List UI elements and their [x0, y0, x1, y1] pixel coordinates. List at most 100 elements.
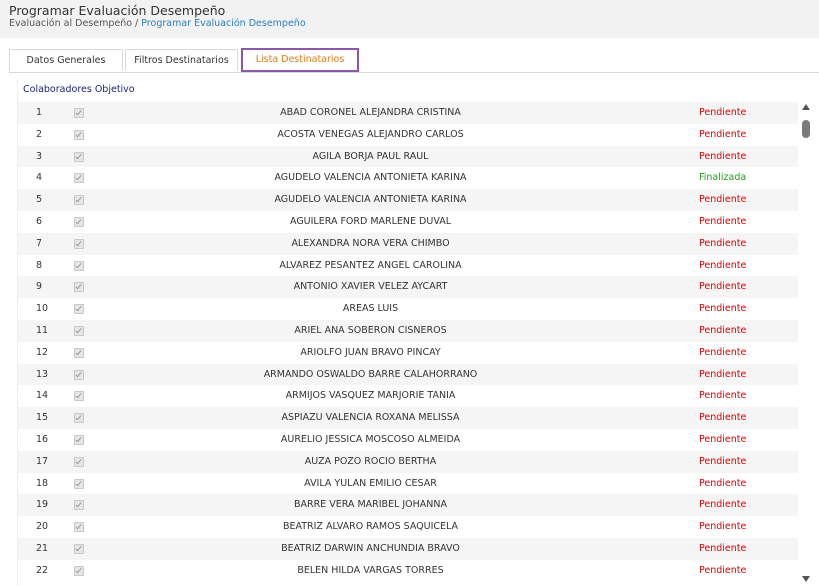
- scroll-up-arrow-icon[interactable]: [802, 104, 810, 110]
- row-checkbox[interactable]: [74, 173, 84, 184]
- row-checkbox[interactable]: [74, 478, 84, 489]
- table-row: 21 BEATRIZ DARWIN ANCHUNDIA BRAVO Pendient…: [18, 537, 798, 560]
- table-row: 18 AVILA YULAN EMILIO CESAR Pendiente: [18, 473, 798, 495]
- table-row: 16 AURELIO JESSICA MOSCOSO ALMEIDA Pendien…: [18, 429, 798, 451]
- row-number: 16: [36, 433, 49, 445]
- row-number: 18: [36, 477, 49, 489]
- employee-name: AVILA YULAN EMILIO CESAR: [304, 477, 437, 489]
- breadcrumb-separator: /: [135, 18, 139, 29]
- table-row: 22 BELEN HILDA VARGAS TORRES Pendiente: [18, 560, 798, 582]
- employee-name: AUZA POZO ROCIO BERTHA: [304, 455, 437, 467]
- status-label: Pendiente: [699, 521, 747, 533]
- row-checkbox[interactable]: [74, 304, 84, 315]
- employee-name: AURELIO JESSICA MOSCOSO ALMEIDA: [280, 433, 461, 445]
- row-checkbox[interactable]: [74, 282, 84, 293]
- row-checkbox[interactable]: [74, 195, 84, 206]
- row-number: 22: [36, 564, 49, 576]
- recipients-list: 1 ABAD CORONEL ALEJANDRA CRISTINA Pendient…: [18, 102, 798, 586]
- section-title: Colaboradores Objetivo: [23, 84, 135, 95]
- table-row: 10 AREAS LUIS Pendiente: [18, 298, 798, 320]
- row-checkbox[interactable]: [74, 347, 84, 358]
- row-checkbox[interactable]: [74, 369, 84, 380]
- row-checkbox[interactable]: [74, 108, 84, 118]
- row-checkbox[interactable]: [74, 260, 84, 271]
- status-label: Pendiente: [699, 107, 747, 118]
- row-number: 15: [36, 412, 49, 424]
- row-number: 5: [36, 194, 43, 206]
- table-row: 12 ARIOLFO JUAN BRAVO PINCAY Pendiente: [18, 342, 798, 364]
- row-checkbox[interactable]: [74, 565, 84, 576]
- table-row: 11 ARIEL ANA SOBERON CISNEROS Pendiente: [18, 319, 798, 342]
- breadcrumb-current-link[interactable]: Programar Evaluación Desempeño: [141, 18, 305, 29]
- status-label: Pendiente: [699, 324, 747, 336]
- status-label: Pendiente: [699, 499, 747, 511]
- employee-name: ARIOLFO JUAN BRAVO PINCAY: [300, 346, 441, 358]
- row-checkbox[interactable]: [74, 413, 84, 424]
- status-label: Pendiente: [699, 390, 747, 402]
- row-checkbox[interactable]: [74, 543, 84, 554]
- row-number: 11: [36, 324, 49, 336]
- employee-name: ARMANDO OSWALDO BARRE CALAHORRANO: [263, 368, 478, 380]
- row-checkbox[interactable]: [74, 500, 84, 511]
- employee-name: BEATRIZ DARWIN ANCHUNDIA BRAVO: [281, 542, 460, 554]
- row-number: 20: [36, 521, 49, 533]
- status-label: Pendiente: [699, 150, 747, 162]
- status-label: Pendiente: [699, 303, 747, 315]
- status-label: Finalizada: [699, 172, 747, 184]
- row-checkbox[interactable]: [74, 522, 84, 533]
- row-number: 6: [36, 215, 43, 227]
- status-label: Pendiente: [699, 412, 747, 424]
- table-row: 5 AGUDELO VALENCIA ANTONIETA KARINA Pendie…: [18, 189, 798, 211]
- employee-name: AGUILERA FORD MARLENE DUVAL: [289, 215, 452, 227]
- status-label: Pendiente: [699, 455, 747, 467]
- row-checkbox[interactable]: [74, 434, 84, 445]
- employee-name: AREAS LUIS: [342, 303, 399, 315]
- row-number: 14: [36, 390, 49, 402]
- employee-name: BARRE VERA MARIBEL JOHANNA: [293, 499, 448, 511]
- status-label: Pendiente: [699, 477, 747, 489]
- employee-name: ALVAREZ PESANTEZ ANGEL CAROLINA: [279, 259, 462, 271]
- tab-lista-destinatarios[interactable]: Lista Destinatarios: [241, 48, 359, 72]
- row-number: 13: [36, 368, 49, 380]
- status-label: Pendiente: [699, 215, 747, 227]
- recipients-panel: Colaboradores Objetivo 1 ABAD CORONEL ALE…: [17, 80, 816, 586]
- row-checkbox[interactable]: [74, 391, 84, 402]
- employee-name: ARIEL ANA SOBERON CISNEROS: [294, 324, 447, 336]
- tab-filtros-destinatarios[interactable]: Filtros Destinatarios: [125, 49, 238, 71]
- row-checkbox[interactable]: [74, 216, 84, 227]
- row-checkbox[interactable]: [74, 151, 84, 162]
- employee-name: ARMIJOS VASQUEZ MARJORIE TANIA: [285, 390, 456, 402]
- table-row: 14 ARMIJOS VASQUEZ MARJORIE TANIA Pendient…: [18, 385, 798, 407]
- row-number: 3: [36, 150, 43, 162]
- tab-datos-generales[interactable]: Datos Generales: [9, 49, 123, 71]
- table-row: 2 ACOSTA VENEGAS ALEJANDRO CARLOS Pendient…: [18, 124, 798, 146]
- employee-name: ABAD CORONEL ALEJANDRA CRISTINA: [280, 107, 461, 118]
- employee-name: AGUDELO VALENCIA ANTONIETA KARINA: [274, 172, 467, 184]
- table-row: 8 ALVAREZ PESANTEZ ANGEL CAROLINA Pendient…: [18, 255, 798, 277]
- row-checkbox[interactable]: [74, 129, 84, 140]
- employee-name: ASPIAZU VALENCIA ROXANA MELISSA: [281, 412, 460, 424]
- row-number: 21: [36, 542, 49, 554]
- status-label: Pendiente: [699, 368, 747, 380]
- list-scrollbar[interactable]: [800, 104, 812, 582]
- row-checkbox[interactable]: [74, 456, 84, 467]
- scroll-down-arrow-icon[interactable]: [802, 576, 810, 582]
- table-row: 13 ARMANDO OSWALDO BARRE CALAHORRANO Pendi…: [18, 363, 798, 386]
- status-label: Pendiente: [699, 542, 747, 554]
- scroll-thumb[interactable]: [802, 120, 810, 138]
- table-row: 17 AUZA POZO ROCIO BERTHA Pendiente: [18, 450, 798, 473]
- row-number: 7: [36, 237, 43, 249]
- row-number: 9: [36, 281, 43, 293]
- employee-name: AGUDELO VALENCIA ANTONIETA KARINA: [274, 194, 467, 206]
- row-checkbox[interactable]: [74, 238, 84, 249]
- status-label: Pendiente: [699, 128, 747, 140]
- status-label: Pendiente: [699, 194, 747, 206]
- status-label: Pendiente: [699, 564, 747, 576]
- row-checkbox[interactable]: [74, 325, 84, 336]
- status-label: Pendiente: [699, 346, 747, 358]
- row-number: 19: [36, 499, 49, 511]
- row-number: 1: [36, 107, 43, 118]
- employee-name: ALEXANDRA NORA VERA CHIMBO: [291, 237, 450, 249]
- table-row: 9 ANTONIO XAVIER VELEZ AYCART Pendiente: [18, 276, 798, 299]
- employee-name: BEATRIZ ALVARO RAMOS SAQUICELA: [282, 521, 459, 533]
